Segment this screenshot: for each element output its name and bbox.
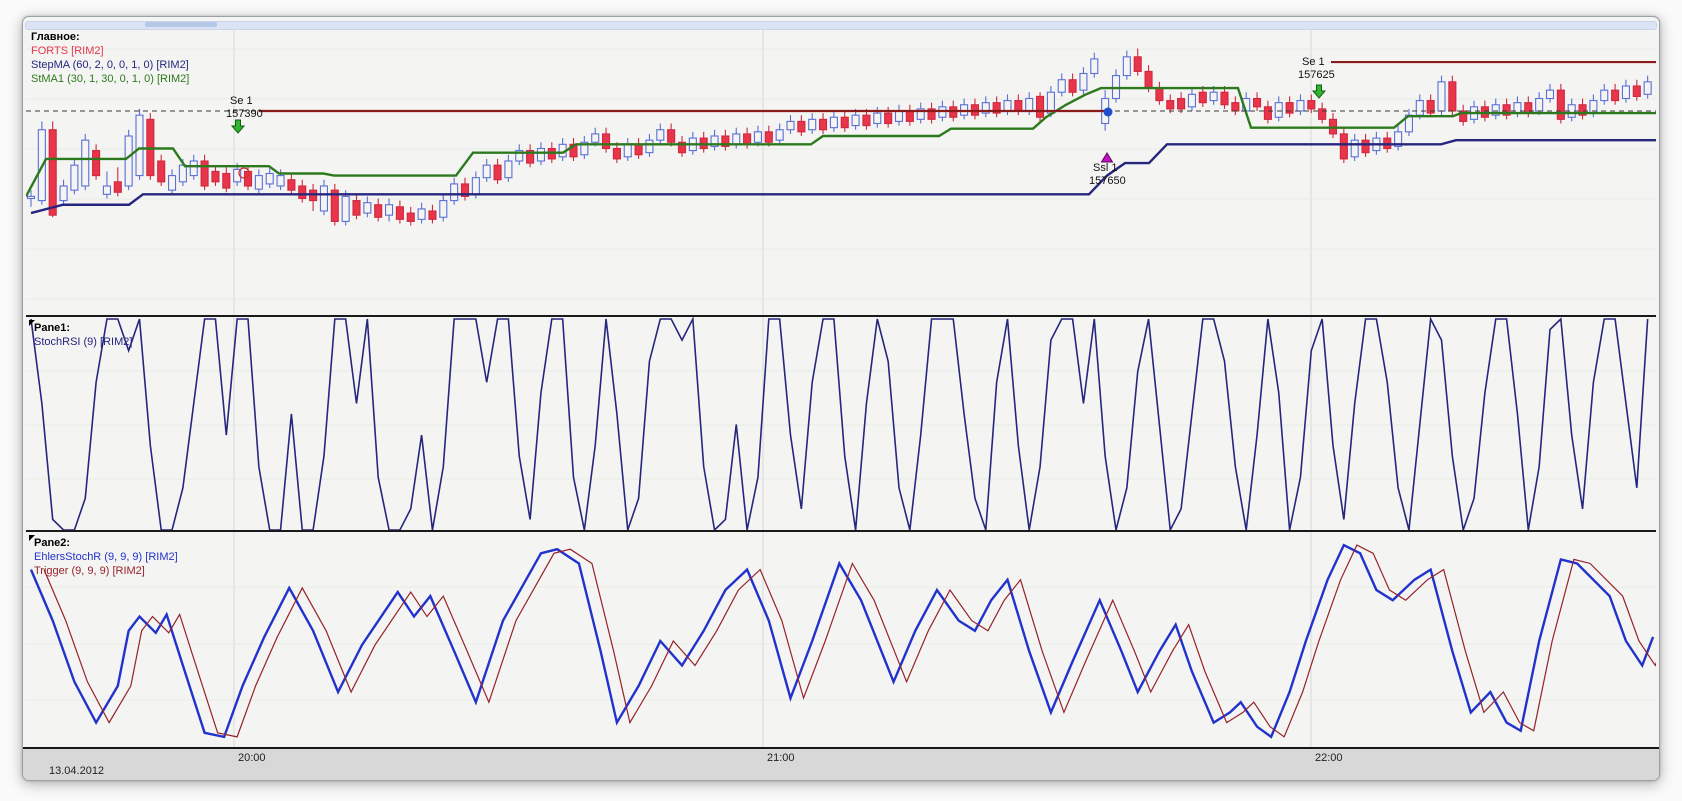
main-price-pane: Главное: FORTS [RIM2] StepMA (60, 2, 0, … (26, 29, 1656, 317)
legend-item-stochrsi: StochRSI (9) [RIM2] (34, 336, 133, 348)
main-pane-title: Главное: (31, 31, 80, 43)
legend-item-forts: FORTS [RIM2] (31, 45, 104, 57)
overlay-stepma (30, 138, 1656, 215)
ehlersstochr-chart[interactable] (26, 532, 1656, 747)
scrollbar-thumb[interactable] (145, 22, 217, 27)
legend-item-ehlersstochr: EhlersStochR (9, 9, 9) [RIM2] (34, 551, 178, 563)
stochrsi-pane: Pane1: StochRSI (9) [RIM2] (26, 317, 1656, 532)
buy-triangle-icon (1100, 152, 1114, 163)
short-entry-annotation-1: Se 1 157390 (226, 95, 263, 121)
stochrsi-chart[interactable] (26, 317, 1656, 532)
ehlersstochr-pane: Pane2: EhlersStochR (9, 9, 9) [RIM2] Tri… (26, 532, 1656, 747)
time-axis: 20:00 21:00 22:00 13.04.2012 (23, 747, 1659, 780)
long-entry-annotation: Ssl 1 157650 (1089, 162, 1126, 188)
signal-label: Se 1 (1302, 56, 1325, 68)
trigger-line (43, 544, 1656, 738)
time-tick-22: 22:00 (1315, 752, 1343, 764)
pane2-legend: Pane2: EhlersStochR (9, 9, 9) [RIM2] Tri… (34, 536, 178, 578)
main-pane-legend: Главное: FORTS [RIM2] StepMA (60, 2, 0, … (31, 30, 189, 86)
legend-item-stepma: StepMA (60, 2, 0, 0, 1, 0) [RIM2] (31, 59, 189, 71)
pane1-legend: Pane1: StochRSI (9) [RIM2] (34, 321, 132, 349)
legend-item-trigger: Trigger (9, 9, 9) [RIM2] (34, 565, 145, 577)
signal-label: Se 1 (230, 95, 253, 107)
legend-item-stma1: StMA1 (30, 1, 30, 0, 1, 0) [RIM2] (31, 73, 190, 85)
screenshot-background: Главное: FORTS [RIM2] StepMA (60, 2, 0, … (0, 0, 1682, 801)
time-tick-21: 21:00 (767, 752, 795, 764)
date-label: 13.04.2012 (49, 765, 105, 777)
exit-dot-marker (1103, 107, 1113, 117)
candlestick-chart[interactable] (26, 29, 1656, 317)
pane1-title: Pane1: (34, 322, 71, 334)
pane2-title: Pane2: (34, 537, 71, 549)
ehlersstochr-line (29, 543, 1655, 739)
short-entry-annotation-2: Se 1 157625 (1298, 56, 1335, 82)
sell-arrow-icon (1311, 84, 1327, 99)
signal-price: 157625 (1298, 69, 1335, 81)
signal-label: Ssl 1 (1093, 162, 1118, 174)
time-tick-20: 20:00 (238, 752, 266, 764)
signal-price: 157650 (1089, 175, 1126, 187)
chart-window: Главное: FORTS [RIM2] StepMA (60, 2, 0, … (22, 16, 1660, 781)
signal-price: 157390 (226, 108, 263, 120)
